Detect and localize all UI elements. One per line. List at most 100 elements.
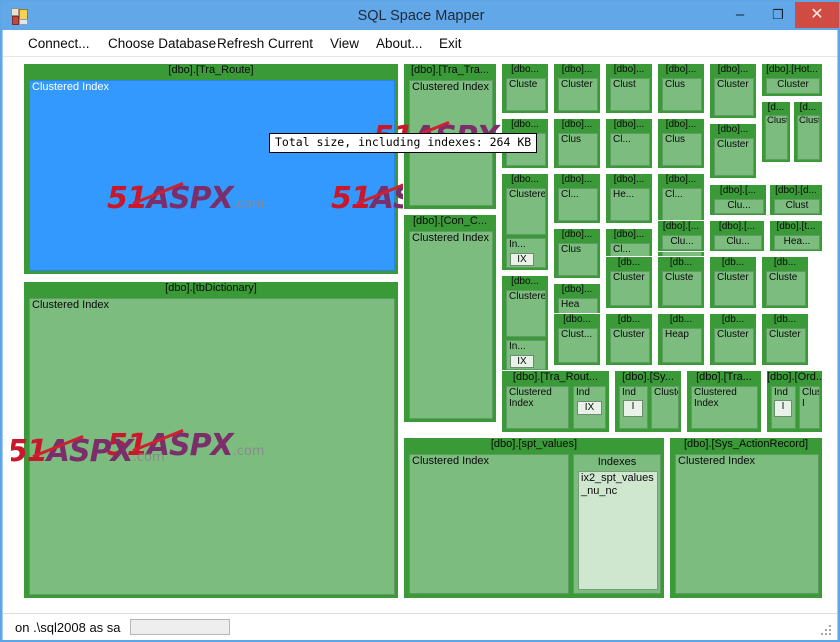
treemap-node-13[interactable]: [dbo]... Clust [605,63,653,114]
treemap-node-39[interactable]: [db... Cluster [761,313,809,366]
node-index-rect[interactable]: Cluste [766,271,806,306]
node-index-rect[interactable]: Clustered Index [29,298,395,595]
index-chip[interactable]: I [774,400,792,417]
treemap-node-24[interactable]: [d... Clust [761,101,791,163]
index-list-item[interactable]: ix2_spt_values_nu_nc [578,471,658,590]
treemap-node-21[interactable]: [dbo]... Cluster [709,63,757,119]
node-index-rect[interactable]: Cluster [766,328,806,363]
node-index2-rect[interactable]: Clustere [651,386,679,429]
treemap-node-28[interactable]: [dbo].[... Clu... [657,220,705,252]
node-index-rect[interactable]: Clus [662,133,702,166]
node-index-rect[interactable]: Cluster [610,328,650,363]
node-index-rect[interactable]: Clustered Index [409,454,569,594]
node-index-rect[interactable]: Cluste [797,115,820,160]
node-index-rect[interactable]: Ind I [771,386,796,429]
treemap-node-19[interactable]: [dbo]... Cl... [657,173,705,224]
node-index-rect[interactable]: Cluster [714,138,754,176]
minimize-button[interactable]: – [719,2,761,28]
node-index-rect[interactable]: He... [610,188,650,221]
treemap-node-con-c[interactable]: [dbo].[Con_C... Clustered Index [403,214,497,423]
node-index-rect[interactable]: Cluste [506,78,546,111]
treemap-node-ord[interactable]: [dbo].[Ord... Ind I Clustered I [766,370,823,433]
menu-item-refresh-current[interactable]: Refresh Current [210,30,320,57]
node-index-rect[interactable]: Cluster [714,271,754,306]
treemap-node-6[interactable]: [dbo... Clustere In... IX [501,173,549,271]
node-index-rect[interactable]: Clustered Index [506,386,569,429]
node-index-rect[interactable]: Clustered Index [691,386,758,429]
treemap-node-35[interactable]: [dbo... Clust... [553,313,601,366]
node-index-rect[interactable]: Clu... [714,199,764,214]
title-bar[interactable]: SQL Space Mapper – ❐ ✕ [0,0,840,30]
node-index-rect[interactable]: Clust [765,115,788,160]
node-index-rect[interactable]: Clustere [506,290,546,337]
node-index-rect[interactable]: Cluster [714,328,754,363]
resize-grip[interactable] [821,625,833,637]
index-chip[interactable]: IX [510,355,534,368]
treemap-node-14[interactable]: [dbo]... Cl... [605,118,653,169]
treemap-node-11[interactable]: [dbo]... Clus [553,228,601,279]
treemap-node-22[interactable]: [dbo]... Cluster [709,123,757,179]
node-index-rect[interactable]: Hea... [774,235,820,250]
treemap-node-17[interactable]: [dbo]... Clus [657,63,705,114]
menu-item-choose-database[interactable]: Choose Database [101,30,223,57]
node-index-rect[interactable]: Clu... [662,235,702,250]
treemap-node-tra-route[interactable]: [dbo].[Tra_Route] Clustered Index [23,63,399,275]
node-index2-rect[interactable]: In... IX [506,340,546,370]
treemap-node-33[interactable]: [db... Cluster [709,256,757,309]
treemap-node-27[interactable]: [dbo].[d... Clust [769,184,823,216]
node-index-rect[interactable]: Clustered Index [675,454,819,594]
treemap-node-tbdictionary[interactable]: [dbo].[tbDictionary] Clustered Index [23,281,399,599]
treemap-node-4[interactable]: [dbo... Cluste [501,63,549,114]
treemap-node-37[interactable]: [db... Heap [657,313,705,366]
node-index-rect[interactable]: Cl... [610,133,650,166]
treemap-node-tra[interactable]: [dbo].[Tra... Clustered Index [686,370,762,433]
node-index-rect[interactable]: Cluste [662,271,702,306]
maximize-button[interactable]: ❐ [757,2,799,28]
node-index-rect[interactable]: Clustere [506,188,546,235]
index-chip[interactable]: IX [577,401,602,415]
treemap-node-spt-values[interactable]: [dbo].[spt_values] Clustered Index Index… [403,437,665,599]
treemap-node-38[interactable]: [db... Cluster [709,313,757,366]
treemap-node-32[interactable]: [db... Cluste [657,256,705,309]
node-index-rect[interactable]: Clust [610,78,650,111]
menu-item-about[interactable]: About... [369,30,430,57]
treemap-node-29[interactable]: [dbo].[... Clu... [709,220,765,252]
treemap-node-30[interactable]: [dbo].[t... Hea... [769,220,823,252]
node-index2-rect[interactable]: In... IX [506,238,546,268]
treemap-node-25[interactable]: [d... Cluste [793,101,823,163]
treemap-canvas[interactable]: [dbo].[Tra_Route] Clustered Index 51ASPX… [11,59,823,604]
treemap-node-8[interactable]: [dbo]... Cluster [553,63,601,114]
node-index-rect[interactable]: Cl... [558,188,598,221]
node-index-rect[interactable]: Clustered Index [409,231,493,419]
index-chip[interactable]: I [623,400,643,417]
node-indexes-group[interactable]: Indexes ix2_spt_values_nu_nc [573,454,661,594]
menu-item-connect[interactable]: Connect... [21,30,97,57]
treemap-node-tra-rout[interactable]: [dbo].[Tra_Rout... Clustered Index Ind I… [501,370,610,433]
treemap-node-hot[interactable]: [dbo].[Hot... Cluster [761,63,823,97]
node-index-rect[interactable]: Clus [662,78,702,111]
treemap-node-sy[interactable]: [dbo].[Sy... Ind I Clustere [614,370,682,433]
node-index2-rect[interactable]: Clustered I [799,386,820,429]
treemap-node-36[interactable]: [db... Cluster [605,313,653,366]
menu-item-view[interactable]: View [323,30,366,57]
treemap-node-31[interactable]: [db... Cluster [605,256,653,309]
node-index-rect[interactable]: Cluster [714,78,754,116]
node-index-rect[interactable]: Ind I [619,386,648,429]
treemap-node-34[interactable]: [db... Cluste [761,256,809,309]
node-index-rect[interactable]: Cluster [610,271,650,306]
node-index-rect[interactable]: Cluster [766,78,820,94]
node-index-rect[interactable]: Clust [774,199,820,214]
node-index-rect[interactable]: Clustered Index [29,80,395,271]
menu-item-exit[interactable]: Exit [432,30,469,57]
node-index-rect[interactable]: Cl... [662,188,702,221]
node-index-rect[interactable]: Cluster [558,78,598,111]
node-index-rect[interactable]: Clu... [714,235,762,250]
treemap-node-26[interactable]: [dbo].[... Clu... [709,184,767,216]
node-index2-rect[interactable]: Ind IX [573,386,606,429]
treemap-node-10[interactable]: [dbo]... Cl... [553,173,601,224]
treemap-node-7[interactable]: [dbo... Clustere In... IX [501,275,549,373]
treemap-node-9[interactable]: [dbo]... Clus [553,118,601,169]
close-button[interactable]: ✕ [795,2,839,28]
node-index-rect[interactable]: Heap [662,328,702,363]
treemap-node-15[interactable]: [dbo]... He... [605,173,653,224]
